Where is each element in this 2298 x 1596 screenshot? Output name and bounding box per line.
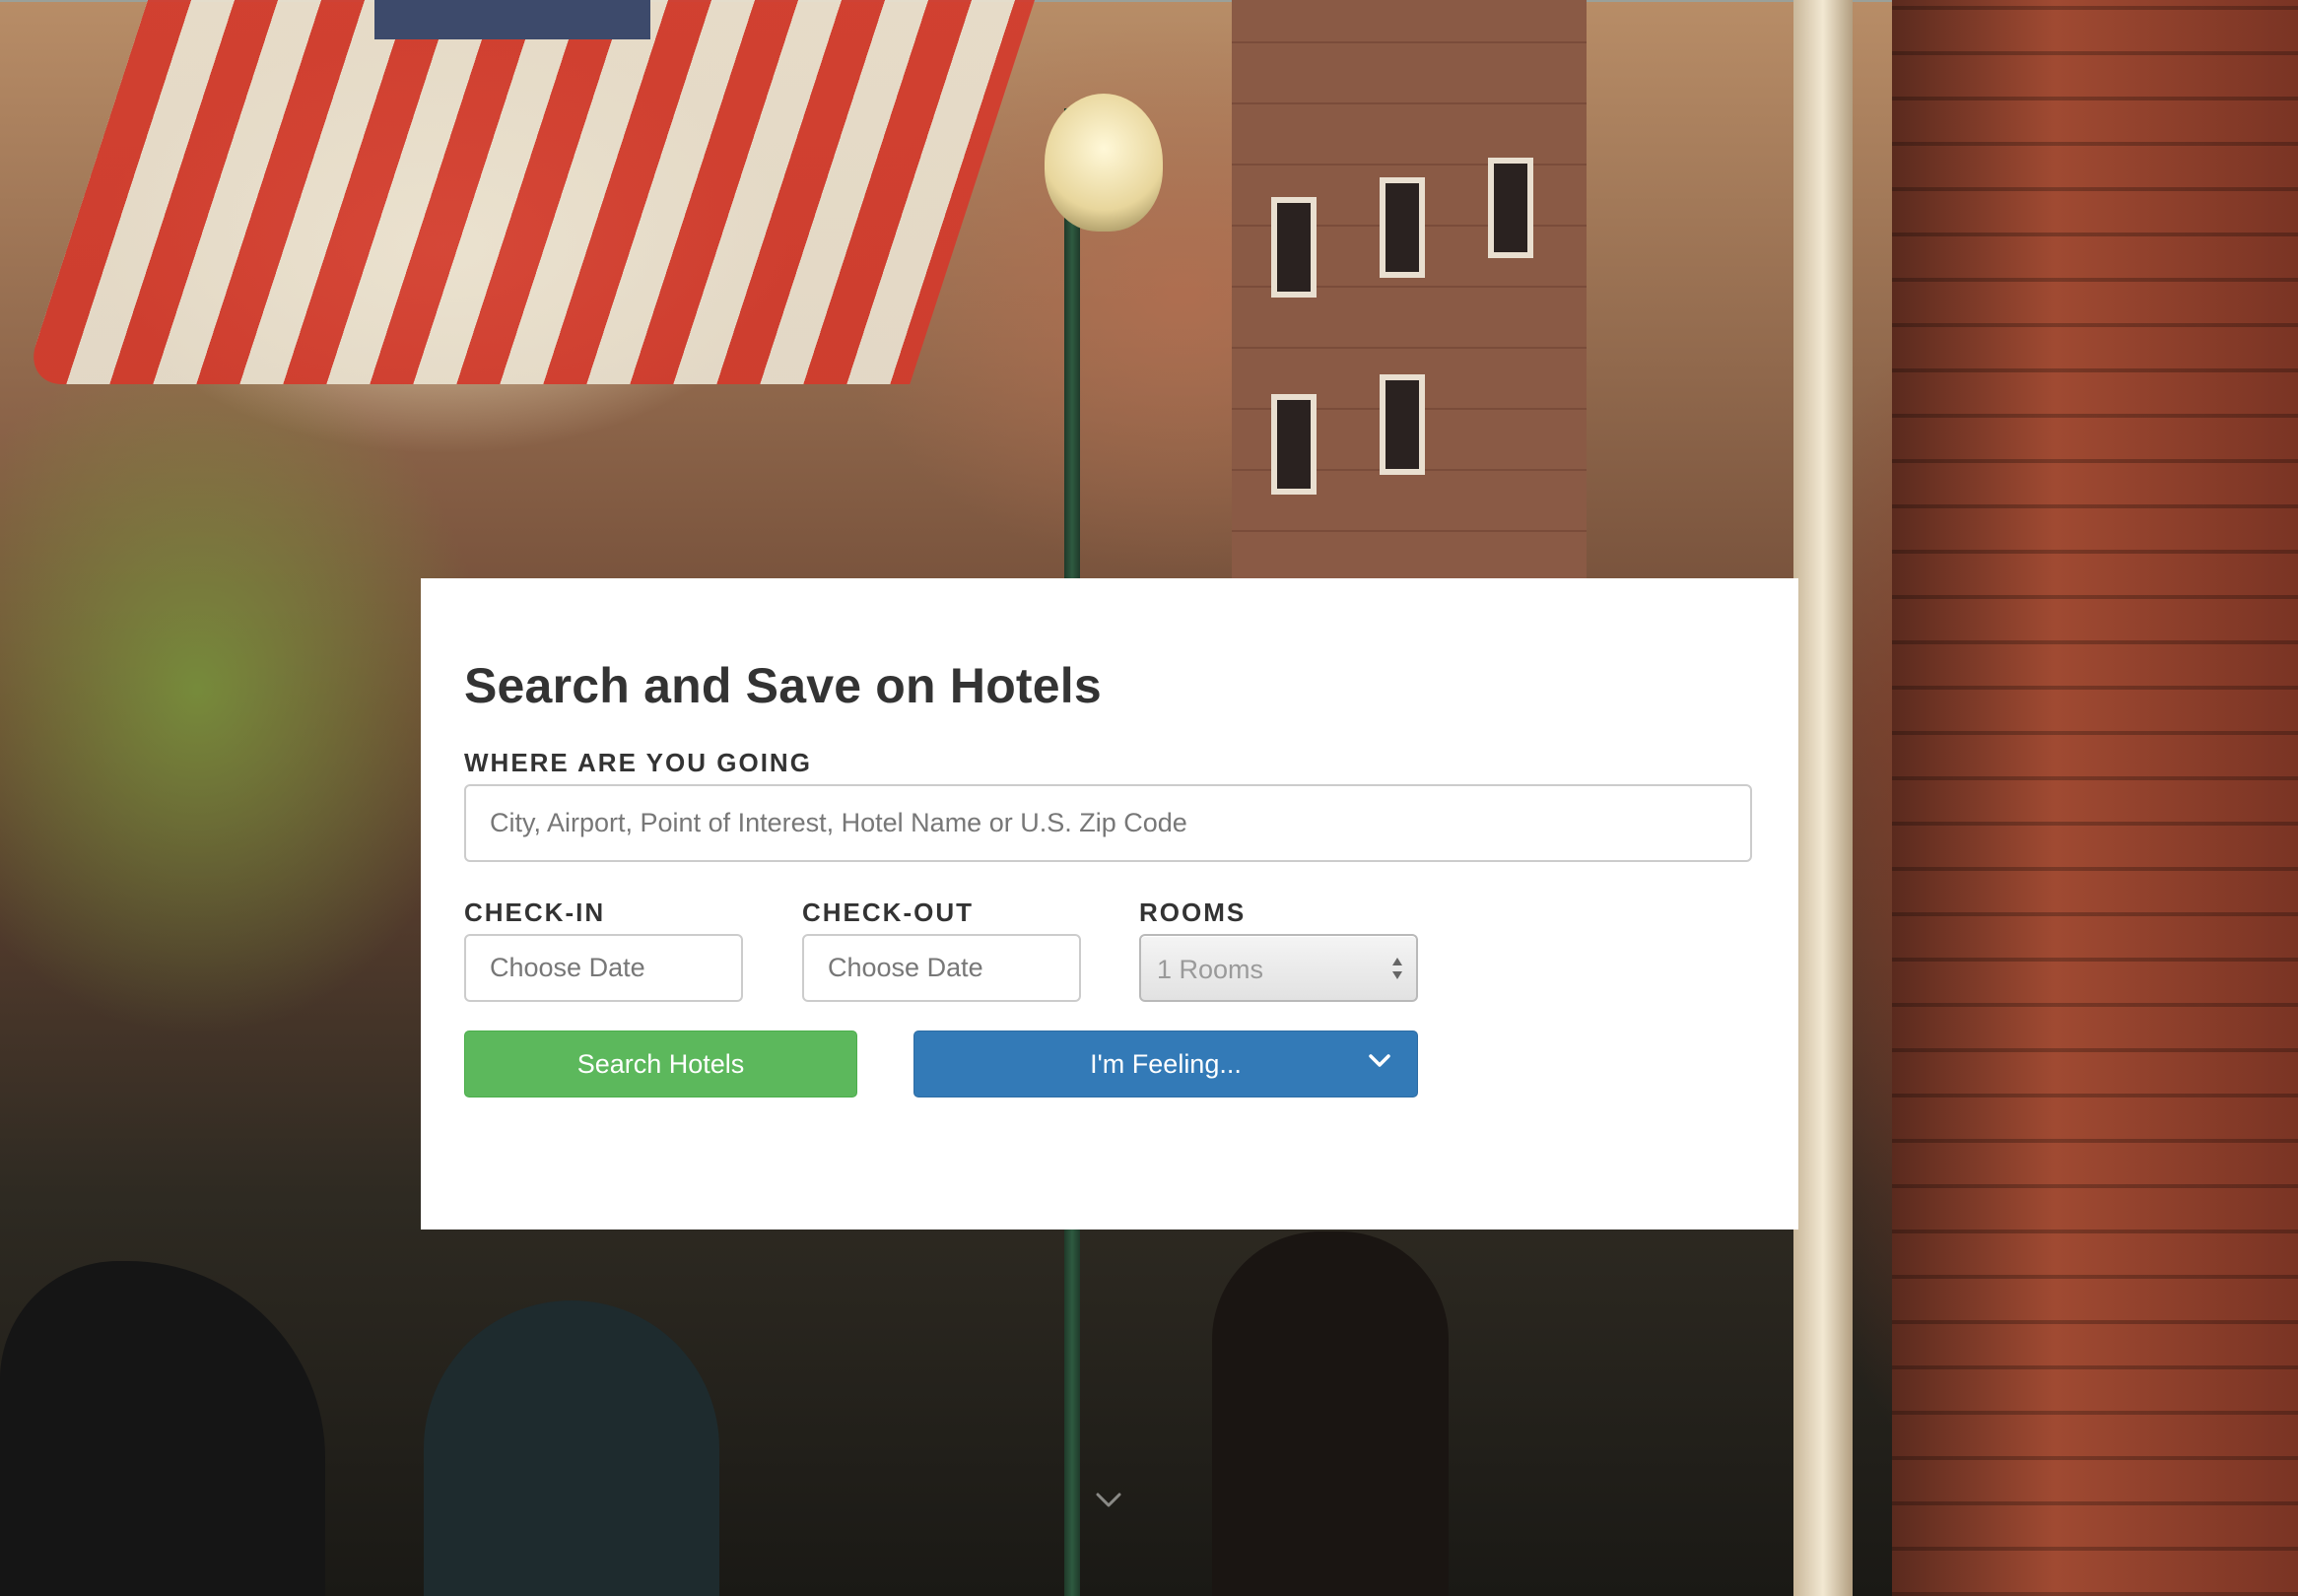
im-feeling-label: I'm Feeling... bbox=[1090, 1049, 1242, 1079]
check-in-label: CHECK-IN bbox=[464, 898, 606, 927]
scroll-down-chevron-icon[interactable] bbox=[1094, 1486, 1123, 1515]
background-window bbox=[1271, 394, 1317, 495]
background-brick-wall bbox=[1892, 0, 2298, 1596]
im-feeling-dropdown-button[interactable]: I'm Feeling... bbox=[913, 1031, 1418, 1097]
background-window bbox=[1380, 374, 1425, 475]
hotel-search-panel: Search and Save on Hotels WHERE ARE YOU … bbox=[421, 578, 1798, 1230]
chevron-down-icon bbox=[1369, 1054, 1390, 1067]
background-car bbox=[0, 1261, 325, 1596]
select-arrows-icon bbox=[1392, 958, 1402, 979]
search-hotels-button[interactable]: Search Hotels bbox=[464, 1031, 857, 1097]
hero-background: Search and Save on Hotels WHERE ARE YOU … bbox=[0, 0, 2298, 1596]
background-mailbox bbox=[424, 1300, 719, 1596]
page-title: Search and Save on Hotels bbox=[464, 658, 1102, 713]
check-out-date-input[interactable] bbox=[802, 934, 1081, 1002]
background-pedestrian bbox=[1212, 1231, 1449, 1596]
background-building bbox=[1232, 0, 1587, 591]
check-out-label: CHECK-OUT bbox=[802, 898, 974, 927]
background-window bbox=[1380, 177, 1425, 278]
background-lamp bbox=[1045, 94, 1163, 232]
rooms-select[interactable]: 1 Rooms bbox=[1139, 934, 1418, 1002]
background-flag-canton bbox=[374, 0, 650, 39]
check-in-date-input[interactable] bbox=[464, 934, 743, 1002]
rooms-selected-value: 1 Rooms bbox=[1157, 955, 1264, 984]
background-window bbox=[1488, 158, 1533, 258]
rooms-label: ROOMS bbox=[1139, 898, 1247, 927]
background-flag bbox=[23, 0, 1035, 384]
background-door-trim bbox=[1793, 0, 1853, 1596]
destination-label: WHERE ARE YOU GOING bbox=[464, 748, 812, 777]
destination-input[interactable] bbox=[464, 784, 1752, 862]
background-window bbox=[1271, 197, 1317, 298]
